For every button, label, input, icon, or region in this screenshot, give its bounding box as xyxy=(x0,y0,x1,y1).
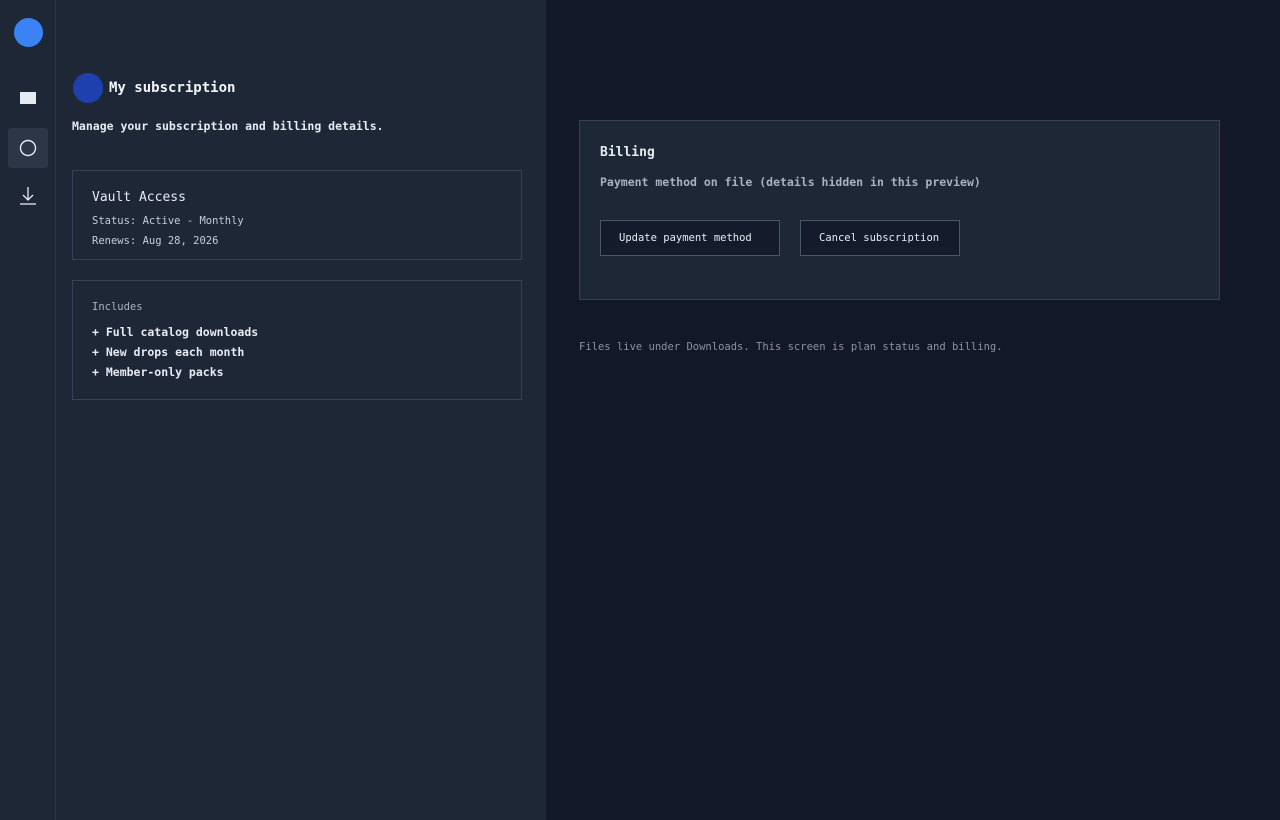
page-header: My subscription xyxy=(73,73,235,103)
billing-title: Billing xyxy=(600,145,655,160)
app-logo[interactable] xyxy=(14,18,43,47)
nav-subscription-button[interactable] xyxy=(8,128,48,168)
plan-name: Vault Access xyxy=(92,190,186,205)
billing-card: Billing Payment method on file (details … xyxy=(579,120,1220,300)
billing-note: Payment method on file (details hidden i… xyxy=(600,175,981,189)
icon-rail xyxy=(0,0,56,820)
update-payment-button[interactable]: Update payment method xyxy=(600,220,780,256)
subscription-panel: My subscription Manage your subscription… xyxy=(56,0,546,820)
page-title: My subscription xyxy=(109,80,236,96)
includes-label: Includes xyxy=(92,301,143,313)
nav-downloads-button[interactable] xyxy=(8,176,48,216)
subscription-icon xyxy=(19,139,37,157)
list-item: + Member-only packs xyxy=(92,365,224,379)
includes-card: Includes + Full catalog downloads + New … xyxy=(72,280,522,400)
footer-note: Files live under Downloads. This screen … xyxy=(579,341,1003,353)
includes-list: + Full catalog downloads + New drops eac… xyxy=(92,325,258,385)
page-subtitle: Manage your subscription and billing det… xyxy=(72,119,384,133)
avatar xyxy=(73,73,103,103)
list-item: + New drops each month xyxy=(92,345,245,359)
cancel-subscription-button[interactable]: Cancel subscription xyxy=(800,220,960,256)
library-icon xyxy=(20,92,36,104)
plan-card: Vault Access Status: Active - Monthly Re… xyxy=(72,170,522,260)
download-icon xyxy=(20,187,36,205)
list-item: + Full catalog downloads xyxy=(92,325,259,339)
plan-renews: Renews: Aug 28, 2026 xyxy=(92,235,219,247)
plan-status: Status: Active - Monthly xyxy=(92,215,244,227)
nav-library-button[interactable] xyxy=(8,78,48,118)
